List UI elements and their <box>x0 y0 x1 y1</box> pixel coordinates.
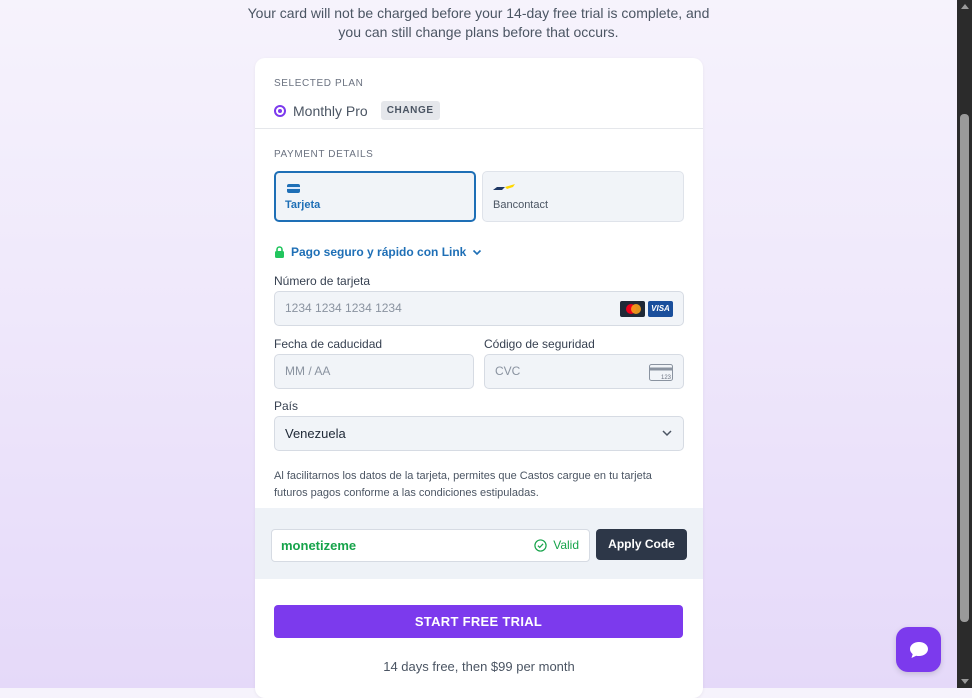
selected-plan-row: Monthly Pro CHANGE <box>274 101 440 120</box>
check-circle-icon <box>534 538 547 552</box>
promo-code-section: monetizeme Valid Apply Code <box>255 508 703 579</box>
country-select[interactable]: Venezuela <box>274 416 684 451</box>
payment-details-label: PAYMENT DETAILS <box>274 149 374 160</box>
payment-method-bancontact[interactable]: Bancontact <box>482 171 684 222</box>
cvc-input[interactable]: CVC 123 <box>484 354 684 389</box>
cvc-card-icon: 123 <box>649 364 673 381</box>
link-pay-toggle[interactable]: Pago seguro y rápido con Link <box>274 245 483 259</box>
card-number-label: Número de tarjeta <box>274 274 371 288</box>
promo-valid-badge: Valid <box>534 538 579 552</box>
plan-name: Monthly Pro <box>293 102 368 119</box>
card-consent-line-1: Al facilitarnos los datos de la tarjeta,… <box>274 470 652 482</box>
section-divider <box>255 128 703 129</box>
chat-widget-button[interactable] <box>896 627 941 672</box>
chevron-down-icon <box>473 249 482 256</box>
trial-notice-line-2: you can still change plans before that o… <box>338 24 619 40</box>
page-scrollbar[interactable] <box>957 0 972 688</box>
link-pay-text: Pago seguro y rápido con Link <box>291 245 467 259</box>
bancontact-icon <box>493 184 515 190</box>
scroll-down-arrow-icon[interactable] <box>961 679 969 684</box>
price-note: 14 days free, then $99 per month <box>383 659 575 674</box>
card-consent-text: Al facilitarnos los datos de la tarjeta,… <box>274 468 689 502</box>
plan-radio[interactable] <box>274 104 286 117</box>
promo-code-value: monetizeme <box>281 538 357 553</box>
payment-method-bancontact-label: Bancontact <box>493 199 549 211</box>
promo-code-input[interactable]: monetizeme Valid <box>271 529 590 562</box>
lock-icon <box>275 246 284 258</box>
country-value: Venezuela <box>285 426 346 441</box>
promo-valid-text: Valid <box>553 538 579 552</box>
scroll-up-arrow-icon[interactable] <box>961 4 969 9</box>
selected-plan-label: SELECTED PLAN <box>274 78 364 89</box>
visa-icon: VISA <box>648 301 673 317</box>
apply-code-button[interactable]: Apply Code <box>596 529 687 560</box>
mastercard-icon <box>620 301 645 317</box>
payment-method-card-label: Tarjeta <box>285 199 321 211</box>
cvc-icon-digits: 123 <box>661 375 672 381</box>
card-consent-line-2: futuros pagos conforme a las condiciones… <box>274 487 539 499</box>
chat-bubble-icon <box>909 641 928 658</box>
scroll-thumb[interactable] <box>960 114 969 622</box>
expiry-placeholder: MM / AA <box>285 364 331 378</box>
payment-method-card[interactable]: Tarjeta <box>274 171 476 222</box>
change-plan-button[interactable]: CHANGE <box>380 101 440 120</box>
trial-notice-line-1: Your card will not be charged before you… <box>247 5 710 21</box>
card-brands: VISA <box>620 301 673 317</box>
expiry-label: Fecha de caducidad <box>274 337 383 351</box>
credit-card-icon <box>287 184 300 193</box>
trial-notice: Your card will not be charged before you… <box>0 4 957 42</box>
cvc-placeholder: CVC <box>495 364 521 378</box>
expiry-input[interactable]: MM / AA <box>274 354 474 389</box>
cvc-label: Código de seguridad <box>484 337 595 351</box>
start-free-trial-button[interactable]: START FREE TRIAL <box>274 605 683 638</box>
country-label: País <box>274 399 299 413</box>
chevron-down-icon <box>662 430 672 437</box>
checkout-card: SELECTED PLAN Monthly Pro CHANGE PAYMENT… <box>255 58 703 698</box>
card-number-input[interactable]: 1234 1234 1234 1234 VISA <box>274 291 684 326</box>
card-number-placeholder: 1234 1234 1234 1234 <box>285 301 402 315</box>
